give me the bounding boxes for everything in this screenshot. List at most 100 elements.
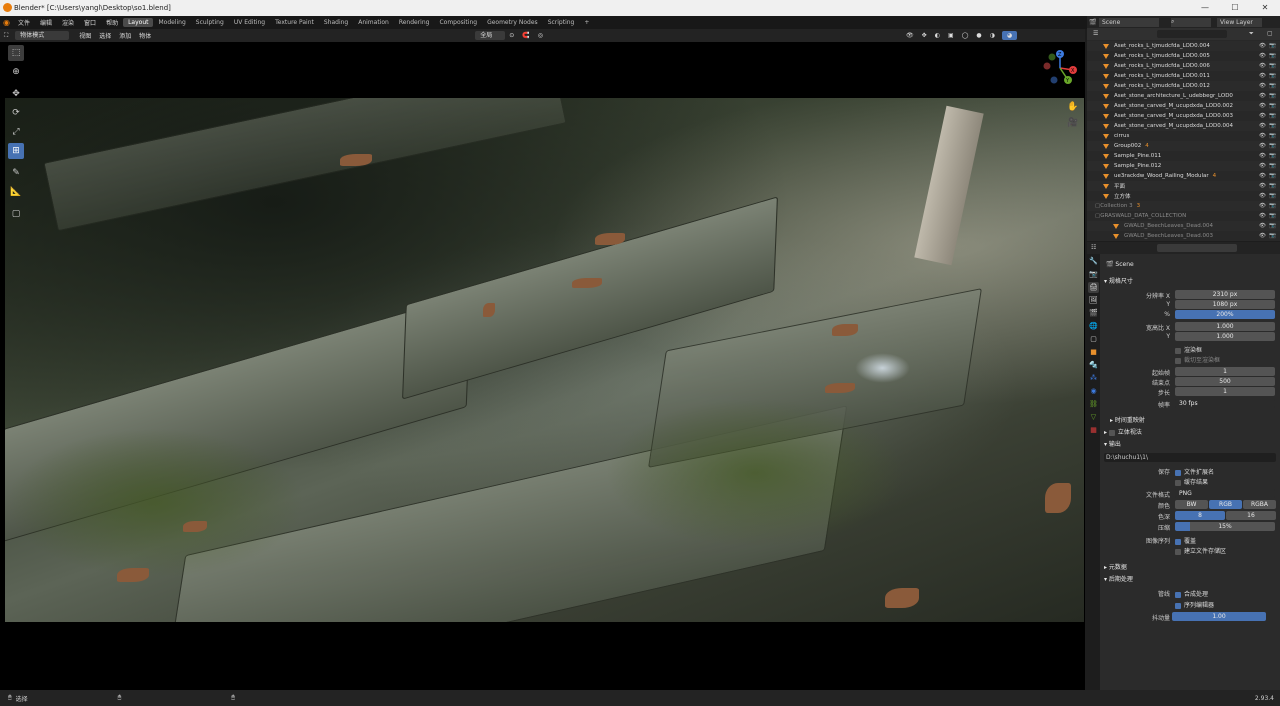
gizmo-toggle-icon[interactable]: ✥	[918, 31, 931, 40]
visibility-eye-icon[interactable]: 👁	[1259, 63, 1266, 69]
visibility-eye-icon[interactable]: 👁	[1259, 143, 1266, 149]
modifier-tab-icon[interactable]: 🔩	[1088, 360, 1099, 371]
pan-hand-icon[interactable]: ✋	[1067, 102, 1079, 114]
color-bw-button[interactable]: BW	[1175, 500, 1208, 509]
tab-uv-editing[interactable]: UV Editing	[229, 18, 270, 27]
compression-slider[interactable]: 15%	[1175, 522, 1275, 531]
maximize-button[interactable]: ☐	[1220, 0, 1250, 16]
scene-tab-icon[interactable]: 🎬	[1088, 308, 1099, 319]
render-toggle-icon[interactable]: 📷	[1269, 143, 1276, 149]
object-tab-icon[interactable]: ■	[1088, 347, 1099, 358]
properties-search-input[interactable]	[1157, 244, 1237, 252]
tab-rendering[interactable]: Rendering	[394, 18, 435, 27]
tab-modeling[interactable]: Modeling	[153, 18, 190, 27]
outliner-row[interactable]: ▢ GRASWALD_DATA_COLLECTION 👁 📷	[1087, 211, 1280, 221]
outliner-row[interactable]: Aset_rocks_L_tjmudcfda_LOD0.004 👁 📷	[1087, 41, 1280, 51]
filter-icon[interactable]: ⏷	[1249, 30, 1254, 38]
render-toggle-icon[interactable]: 📷	[1269, 213, 1276, 219]
outliner-row[interactable]: 立方体 👁 📷	[1087, 191, 1280, 201]
tab-animation[interactable]: Animation	[353, 18, 394, 27]
measure-icon[interactable]: 📐	[8, 184, 24, 200]
add-cube-icon[interactable]: ▢	[8, 206, 24, 222]
view-layer-tab-icon[interactable]: 🖼	[1088, 295, 1099, 306]
visibility-eye-icon[interactable]: 👁	[1259, 223, 1266, 229]
dither-slider[interactable]: 1.00	[1172, 612, 1266, 621]
section-post-processing[interactable]: ▾ 后期处理	[1104, 574, 1133, 583]
display-mode-icon[interactable]: ☰	[1093, 30, 1101, 37]
outliner-row[interactable]: Aset_rocks_L_tjmudcfda_LOD0.006 👁 📷	[1087, 61, 1280, 71]
outliner-row[interactable]: Aset_rocks_L_tjmudcfda_LOD0.005 👁 📷	[1087, 51, 1280, 61]
frame-end-field[interactable]: 500	[1175, 377, 1275, 386]
outliner-row[interactable]: GWALD_BeechLeaves_Dead.003 👁 📷	[1087, 231, 1280, 241]
render-toggle-icon[interactable]: 📷	[1269, 173, 1276, 179]
move-icon[interactable]: ✥	[8, 86, 24, 102]
outliner-row[interactable]: Aset_stone_carved_M_ucupdxda_LOD0.003 👁 📷	[1087, 111, 1280, 121]
scale-icon[interactable]: ⤢	[8, 124, 24, 140]
visibility-eye-icon[interactable]: 👁	[1259, 83, 1266, 89]
transform-orientation-dropdown[interactable]: 全局	[475, 31, 506, 40]
color-depth-16-button[interactable]: 16	[1226, 511, 1276, 520]
section-stereoscopy[interactable]: ▸ 立体视法	[1104, 427, 1142, 436]
render-toggle-icon[interactable]: 📷	[1269, 183, 1276, 189]
editor-type-icon[interactable]: ⛶	[0, 31, 12, 41]
file-format-dropdown[interactable]: PNG	[1175, 489, 1275, 498]
scene-selector[interactable]: Scene	[1099, 17, 1159, 27]
outliner-row[interactable]: Aset_rocks_L_tjmudcfda_LOD0.011 👁 📷	[1087, 71, 1280, 81]
camera-view-icon[interactable]: 🎥	[1067, 118, 1079, 130]
menu-render[interactable]: 渲染	[57, 18, 79, 27]
view-layer-selector[interactable]: View Layer	[1217, 17, 1262, 27]
render-toggle-icon[interactable]: 📷	[1269, 103, 1276, 109]
properties-editor-icon[interactable]: ☷	[1091, 244, 1096, 251]
section-output[interactable]: ▾ 输出	[1104, 439, 1121, 448]
proportional-edit-icon[interactable]: ◎	[534, 31, 547, 40]
outliner-row[interactable]: Aset_stone_architecture_L_udebbegr_LOD0 👁…	[1087, 91, 1280, 101]
render-toggle-icon[interactable]: 📷	[1269, 223, 1276, 229]
close-button[interactable]: ✕	[1250, 0, 1280, 16]
render-toggle-icon[interactable]: 📷	[1269, 93, 1276, 99]
pivot-icon[interactable]: ⊙	[505, 31, 518, 40]
sequencer-checkbox[interactable]: 序列编辑器	[1175, 600, 1214, 609]
outliner-row[interactable]: Aset_rocks_L_tjmudcfda_LOD0.012 👁 📷	[1087, 81, 1280, 91]
visibility-eye-icon[interactable]: 👁	[1259, 113, 1266, 119]
tab-shading[interactable]: Shading	[319, 18, 353, 27]
overwrite-checkbox[interactable]: 覆盖	[1175, 536, 1196, 545]
render-toggle-icon[interactable]: 📷	[1269, 73, 1276, 79]
aspect-x-field[interactable]: 1.000	[1175, 322, 1275, 331]
visibility-eye-icon[interactable]: 👁	[1259, 123, 1266, 129]
render-toggle-icon[interactable]: 📷	[1269, 163, 1276, 169]
visibility-eye-icon[interactable]: 👁	[1259, 233, 1266, 239]
render-toggle-icon[interactable]: 📷	[1269, 153, 1276, 159]
rotate-icon[interactable]: ⟳	[8, 105, 24, 121]
resolution-y-field[interactable]: 1080 px	[1175, 300, 1275, 309]
menu-window[interactable]: 窗口	[79, 18, 101, 27]
visibility-eye-icon[interactable]: 👁	[1259, 213, 1266, 219]
particles-tab-icon[interactable]: ⁂	[1088, 373, 1099, 384]
tab-compositing[interactable]: Compositing	[434, 18, 482, 27]
texture-tab-icon[interactable]: ▦	[1088, 425, 1099, 436]
collection-tab-icon[interactable]: ▢	[1088, 334, 1099, 345]
cursor-icon[interactable]: ⊕	[8, 64, 24, 80]
menu-edit[interactable]: 编辑	[35, 18, 57, 27]
new-collection-icon[interactable]: ▢	[1267, 30, 1273, 37]
transform-icon[interactable]: ⊞	[8, 143, 24, 159]
shading-solid-icon[interactable]: ●	[972, 31, 985, 40]
render-toggle-icon[interactable]: 📷	[1269, 113, 1276, 119]
compositing-checkbox[interactable]: 合成处理	[1175, 589, 1208, 598]
render-toggle-icon[interactable]: 📷	[1269, 233, 1276, 239]
resolution-percent-slider[interactable]: 200%	[1175, 310, 1275, 319]
output-path-field[interactable]: D:\shuchu1\1\	[1104, 453, 1276, 462]
world-tab-icon[interactable]: 🌐	[1088, 321, 1099, 332]
outliner-row[interactable]: Sample_Pine.011 👁 📷	[1087, 151, 1280, 161]
section-time-remap[interactable]: ▸ 时间重映射	[1110, 415, 1145, 424]
menu-file[interactable]: 文件	[13, 18, 35, 27]
frame-step-field[interactable]: 1	[1175, 387, 1275, 396]
search-input[interactable]: ⌕	[1171, 17, 1211, 27]
resolution-x-field[interactable]: 2310 px	[1175, 290, 1275, 299]
file-extension-checkbox[interactable]: 文件扩展名	[1175, 467, 1214, 476]
tool-tab-icon[interactable]: 🔧	[1088, 256, 1099, 267]
visibility-eye-icon[interactable]: 👁	[1259, 193, 1266, 199]
navigation-gizmo[interactable]: X Y Z	[1040, 48, 1080, 88]
outliner-row[interactable]: Aset_stone_carved_M_ucupdxda_LOD0.002 👁 📷	[1087, 101, 1280, 111]
color-rgba-button[interactable]: RGBA	[1243, 500, 1276, 509]
output-tab-icon[interactable]: 🖨	[1088, 282, 1099, 293]
